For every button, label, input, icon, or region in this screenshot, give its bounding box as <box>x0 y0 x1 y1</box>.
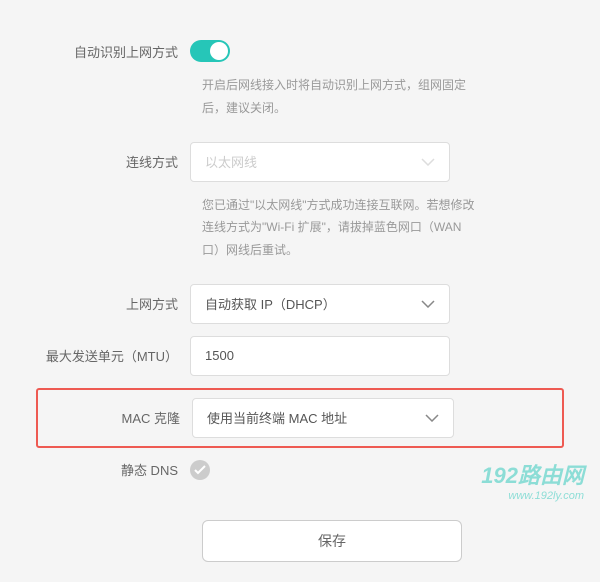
mac-clone-row: MAC 克隆 使用当前终端 MAC 地址 <box>36 388 564 448</box>
internet-mode-select[interactable]: 自动获取 IP（DHCP） <box>190 284 450 324</box>
auto-detect-row: 自动识别上网方式 <box>40 40 560 62</box>
internet-mode-row: 上网方式 自动获取 IP（DHCP） <box>40 284 560 324</box>
save-button[interactable]: 保存 <box>202 520 462 562</box>
mtu-label: 最大发送单元（MTU） <box>40 346 190 365</box>
connection-type-select: 以太网线 <box>190 142 450 182</box>
chevron-down-icon <box>425 414 439 422</box>
connection-type-row: 连线方式 以太网线 <box>40 142 560 182</box>
watermark-url: www.192ly.com <box>481 490 584 502</box>
mtu-row: 最大发送单元（MTU） <box>40 336 560 376</box>
connection-type-help: 您已通过"以太网线"方式成功连接互联网。若想修改连线方式为"Wi-Fi 扩展"，… <box>202 194 482 262</box>
watermark-title: 192路由网 <box>481 458 584 490</box>
mac-clone-select[interactable]: 使用当前终端 MAC 地址 <box>192 398 454 438</box>
chevron-down-icon <box>421 158 435 166</box>
auto-detect-help: 开启后网线接入时将自动识别上网方式，组网固定后，建议关闭。 <box>202 74 482 120</box>
mac-clone-label: MAC 克隆 <box>38 408 192 427</box>
connection-type-value: 以太网线 <box>205 152 257 171</box>
auto-detect-label: 自动识别上网方式 <box>40 42 190 61</box>
save-row: 保存 <box>202 520 462 562</box>
static-dns-toggle[interactable] <box>190 460 210 480</box>
toggle-knob <box>210 42 228 60</box>
auto-detect-toggle[interactable] <box>190 40 230 62</box>
connection-type-label: 连线方式 <box>40 152 190 171</box>
check-icon <box>194 465 206 475</box>
static-dns-label: 静态 DNS <box>40 460 190 479</box>
mac-clone-value: 使用当前终端 MAC 地址 <box>207 408 347 427</box>
save-button-label: 保存 <box>318 531 346 551</box>
chevron-down-icon <box>421 300 435 308</box>
watermark: 192路由网 www.192ly.com <box>481 458 584 502</box>
mtu-input-wrapper <box>190 336 450 376</box>
internet-mode-value: 自动获取 IP（DHCP） <box>205 294 336 313</box>
internet-mode-label: 上网方式 <box>40 294 190 313</box>
mtu-input[interactable] <box>205 348 435 363</box>
